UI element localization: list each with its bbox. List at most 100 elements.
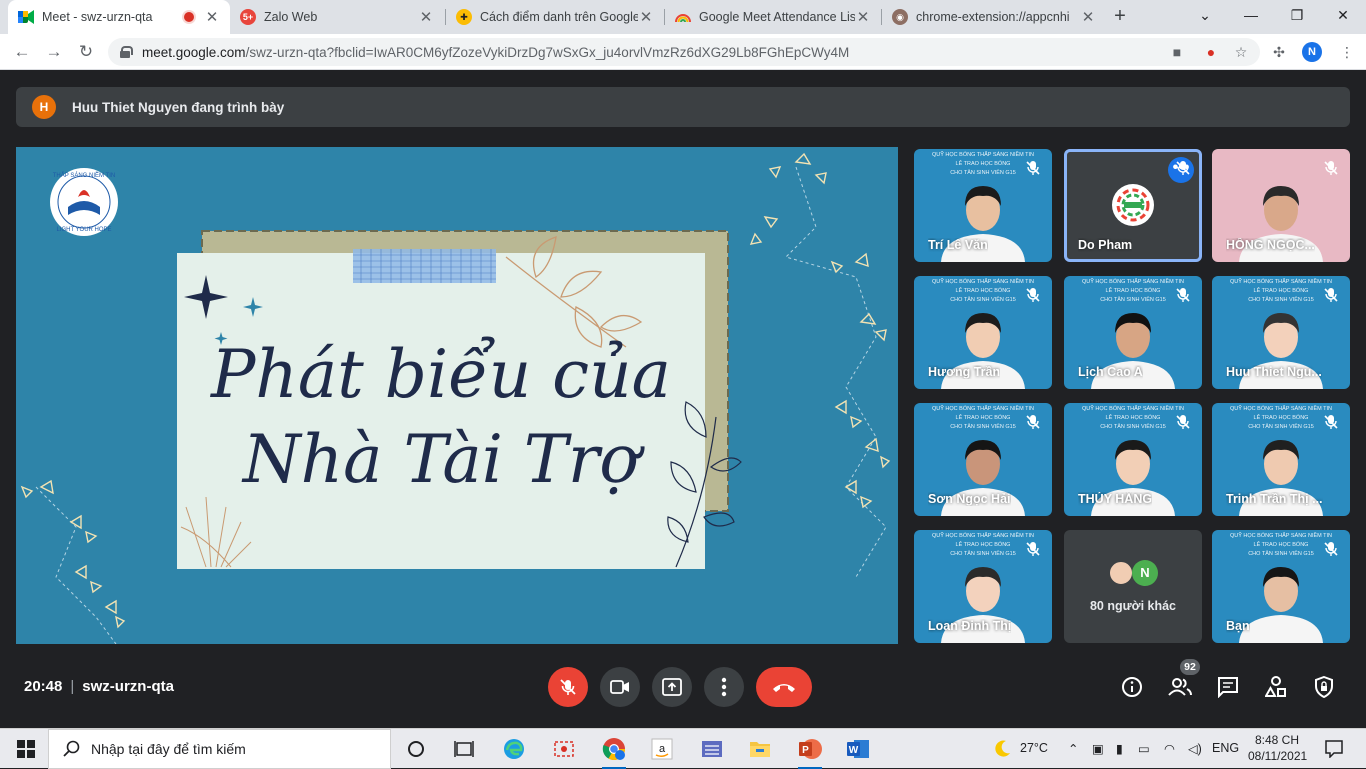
chrome-icon[interactable] [600,735,628,769]
restore-icon[interactable]: ❐ [1282,4,1312,26]
muted-mic-icon [1324,415,1338,429]
meet-tray-icon[interactable]: ▣ [1092,741,1104,756]
google-meet-icon [18,9,34,25]
more-options-button[interactable] [704,667,744,707]
browser-toolbar: ← → ↻ meet.google.com/swz-urzn-qta?fbcli… [0,34,1366,70]
close-tab-icon[interactable]: ✕ [418,8,434,26]
people-button[interactable] [1166,673,1194,701]
mic-off-button[interactable] [548,667,588,707]
volume-icon[interactable]: ◁) [1188,741,1202,756]
host-controls-button[interactable] [1310,673,1338,701]
address-bar[interactable]: meet.google.com/swz-urzn-qta?fbclid=IwAR… [108,38,1260,66]
participant-tile[interactable]: HỒNG NGỌC... [1212,149,1350,262]
amazon-icon[interactable]: a [648,735,676,763]
browser-tab-strip: Meet - swz-urzn-qta ✕ 5+ Zalo Web ✕ ✚ Cá… [0,0,1366,34]
rainbow-icon [675,9,691,25]
participant-name: Loan Đinh Thị [928,619,1012,633]
chat-button[interactable] [1214,673,1242,701]
meeting-details-button[interactable] [1118,673,1146,701]
edge-icon[interactable] [500,735,528,763]
notifications-icon[interactable] [1320,735,1348,763]
snipping-tool-icon[interactable] [550,735,578,763]
battery-icon[interactable]: ▭ [1138,741,1150,756]
tab-meet[interactable]: Meet - swz-urzn-qta ✕ [8,0,230,34]
participant-name: Hương Trần [928,365,1001,379]
task-view-icon[interactable] [450,735,478,763]
slide-decoration: Phát biểu của Nhà Tài Trợ THẮP SÁNG NIỀM… [20,152,891,644]
participant-tile[interactable]: QUỸ HỌC BỔNG THẮP SÁNG NIỀM TIN LỄ TRAO H… [1212,403,1350,516]
taskbar-search[interactable]: Nhập tại đây để tìm kiếm [48,729,391,769]
present-screen-button[interactable] [652,667,692,707]
activities-button[interactable] [1262,673,1290,701]
file-explorer-icon[interactable] [746,735,774,763]
participant-tile[interactable]: QUỸ HỌC BỔNG THẮP SÁNG NIỀM TIN LỄ TRAO H… [914,276,1052,389]
close-tab-icon[interactable]: ✕ [638,8,654,26]
meeting-code[interactable]: swz-urzn-qta [82,678,174,695]
camera-in-use-icon[interactable]: ■ [1168,44,1186,60]
participant-tile[interactable]: QUỸ HỌC BỔNG THẮP SÁNG NIỀM TIN LỄ TRAO H… [914,403,1052,516]
profile-avatar[interactable]: N [1302,42,1322,62]
leave-call-button[interactable] [756,667,812,707]
new-tab-button[interactable]: + [1110,6,1130,26]
mic-blocked-icon[interactable]: ● [1202,44,1220,60]
participant-tile[interactable]: QUỸ HỌC BỔNG THẮP SÁNG NIỀM TIN LỄ TRAO H… [1064,403,1202,516]
tab-diem-danh[interactable]: ✚ Cách điểm danh trên Google ✕ [446,0,664,34]
recording-indicator-icon [184,12,194,22]
tab-search-icon[interactable]: ⌄ [1190,4,1220,26]
microphone-tray-icon[interactable]: ▮ [1116,741,1123,756]
mic-off-icon [560,679,576,695]
windows-start-icon[interactable] [12,735,40,763]
chat-icon [1218,677,1238,698]
participant-tile[interactable]: N 80 người khác [1064,530,1202,643]
muted-mic-icon [1176,288,1190,302]
weather-temperature[interactable]: 27°C [1020,741,1048,755]
forward-arrow-icon[interactable]: → [42,40,66,64]
owl-extension-icon: ◉ [892,9,908,25]
close-tab-icon[interactable]: ✕ [204,8,220,26]
participant-avatar: N [1132,560,1158,586]
reload-icon[interactable]: ↻ [74,40,98,64]
calculator-app-icon[interactable] [698,735,726,763]
participant-tile[interactable]: QUỸ HỌC BỔNG THẮP SÁNG NIỀM TIN LỄ TRAO H… [1064,276,1202,389]
tab-title: Meet - swz-urzn-qta [42,10,153,24]
running-figure-icon: ✚ [456,9,472,25]
tab-title: chrome-extension://appcnhi [916,10,1070,24]
search-icon [63,740,80,757]
muted-mic-icon [1176,161,1190,175]
participant-tile[interactable]: QUỸ HỌC BỔNG THẮP SÁNG NIỀM TIN LỄ TRAO H… [914,149,1052,262]
weather-moon-icon[interactable] [988,735,1016,763]
extensions-puzzle-icon[interactable]: ✣ [1270,44,1288,61]
chrome-menu-icon[interactable]: ⋮ [1338,44,1356,61]
participant-tile[interactable]: QUỸ HỌC BỔNG THẮP SÁNG NIỀM TIN LỄ TRAO H… [1212,530,1350,643]
meeting-time: 20:48 [24,678,63,695]
participant-tile[interactable]: QUỸ HỌC BỔNG THẮP SÁNG NIỀM TIN LỄ TRAO H… [914,530,1052,643]
word-icon[interactable]: W [844,735,872,763]
tab-zalo[interactable]: 5+ Zalo Web ✕ [230,0,444,34]
muted-mic-icon [1026,288,1040,302]
bookmark-star-icon[interactable]: ☆ [1232,44,1250,61]
windows-taskbar: Nhập tại đây để tìm kiếm a P W 27°C ⌃ ▣ … [0,728,1366,769]
powerpoint-icon[interactable]: P [796,735,824,769]
participant-tile[interactable]: QUỸ HỌC BỔNG THẮP SÁNG NIỀM TIN LỄ TRAO H… [1212,276,1350,389]
svg-text:W: W [849,745,859,756]
participant-name: Trí Lê Văn [928,238,988,252]
close-tab-icon[interactable]: ✕ [855,8,871,26]
close-window-icon[interactable]: ✕ [1328,4,1358,26]
minimize-icon[interactable]: — [1236,4,1266,26]
more-vertical-icon [721,677,727,697]
tab-chrome-extension[interactable]: ◉ chrome-extension://appcnhi ✕ [882,0,1106,34]
camera-button[interactable] [600,667,640,707]
tab-attendance-list[interactable]: Google Meet Attendance List ✕ [665,0,881,34]
participant-tile[interactable]: •••Do Pham [1064,149,1202,262]
close-tab-icon[interactable]: ✕ [1080,8,1096,26]
participant-name: HỒNG NGỌC... [1226,238,1315,252]
back-arrow-icon[interactable]: ← [10,40,34,64]
system-clock[interactable]: 8:48 CH 08/11/2021 [1248,732,1307,764]
input-language[interactable]: ENG [1212,741,1239,755]
participant-name: Lịch Cao A [1078,365,1143,379]
cortana-icon[interactable] [402,735,430,763]
show-hidden-icons-icon[interactable]: ⌃ [1068,741,1078,756]
lock-icon[interactable] [120,46,133,58]
wifi-icon[interactable]: ◠ [1164,741,1175,756]
search-placeholder: Nhập tại đây để tìm kiếm [91,741,246,757]
